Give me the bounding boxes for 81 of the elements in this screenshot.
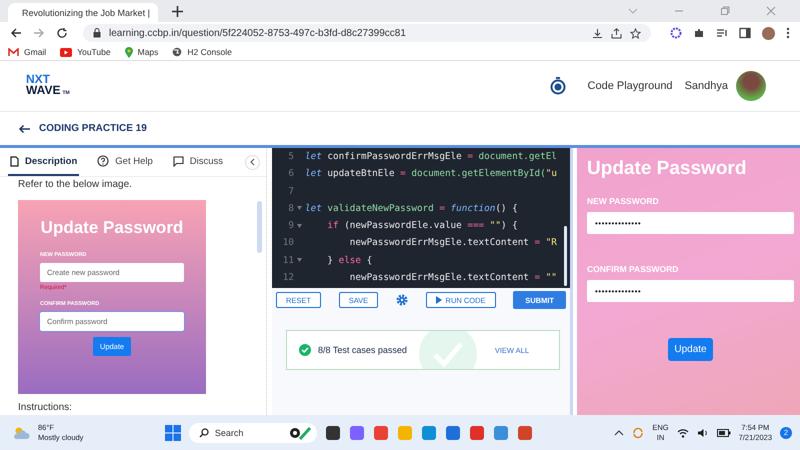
field-label: CONFIRM PASSWORD bbox=[587, 264, 680, 274]
settings-icon bbox=[396, 294, 408, 306]
share-icon[interactable] bbox=[611, 28, 622, 38]
line-number: 5 bbox=[287, 151, 294, 162]
line-number: 6 bbox=[287, 168, 294, 180]
document-icon bbox=[10, 156, 19, 166]
windows-start-icon[interactable] bbox=[164, 424, 181, 440]
code-line: if (newPasswordEle.value === "") { bbox=[326, 220, 518, 232]
check-circle-icon bbox=[299, 344, 311, 356]
fold-arrow-icon[interactable] bbox=[297, 258, 302, 262]
code-playground-link[interactable]: Code Playground bbox=[588, 80, 673, 92]
scrollbar[interactable] bbox=[564, 226, 567, 286]
chat-icon bbox=[172, 156, 184, 166]
bookmark-link[interactable]: Maps bbox=[124, 46, 158, 58]
code-line: newPasswordErrMsgEle.textContent = "R bbox=[348, 237, 557, 248]
chevron-left-icon bbox=[250, 158, 255, 166]
line-number: 11 bbox=[282, 254, 294, 266]
code-editor[interactable] bbox=[272, 148, 570, 288]
forward-arrow-icon[interactable] bbox=[33, 27, 45, 39]
collapse-button[interactable] bbox=[245, 154, 260, 170]
line-number: 8 bbox=[287, 202, 294, 214]
bookmark-link[interactable]: Gmail bbox=[8, 47, 46, 57]
line-number: 10 bbox=[282, 237, 294, 248]
fold-arrow-icon[interactable] bbox=[297, 224, 302, 228]
battery-icon[interactable] bbox=[716, 428, 731, 436]
field-label: NEW PASSWORD bbox=[587, 196, 660, 206]
lock-icon bbox=[93, 28, 101, 38]
new-tab-icon[interactable] bbox=[172, 6, 183, 16]
code-line: let updateBtnEle = document.getElementById("u bbox=[305, 168, 557, 180]
map-pin-icon bbox=[124, 46, 133, 58]
download-icon[interactable] bbox=[592, 28, 603, 38]
line-number: 12 bbox=[282, 272, 294, 283]
side-panel-icon[interactable] bbox=[739, 27, 751, 39]
browser-tab[interactable]: Revolutionizing the Job Market | bbox=[8, 3, 158, 22]
extension-icon[interactable] bbox=[670, 27, 682, 39]
play-icon bbox=[436, 296, 442, 304]
code-line: newPasswordErrMsgEle.textContent = "" bbox=[348, 272, 557, 283]
help-icon bbox=[97, 155, 110, 167]
line-number: 7 bbox=[287, 186, 294, 197]
address-bar[interactable]: learning.ccbp.in/question/5f224052-8753-497c-b3fd-d8c27399cc81 bbox=[83, 24, 651, 42]
practice-title: CODING PRACTICE 19 bbox=[39, 123, 147, 134]
fold-arrow-icon[interactable] bbox=[297, 206, 302, 210]
password-field[interactable]: •••••••••••••• bbox=[587, 280, 794, 302]
form-title: Update Password bbox=[40, 218, 184, 238]
user-avatar[interactable] bbox=[736, 71, 766, 101]
media-icon[interactable] bbox=[716, 27, 728, 39]
chevron-up-icon[interactable] bbox=[614, 430, 624, 436]
cloud-sun-icon bbox=[12, 426, 30, 440]
settings-button[interactable] bbox=[396, 294, 408, 306]
more-icon[interactable] bbox=[786, 27, 790, 39]
intro-text: Refer to the below image. bbox=[18, 179, 133, 190]
instructions-heading: Instructions: bbox=[18, 402, 73, 413]
code-line: } else { bbox=[326, 254, 372, 266]
taskbar-search-field[interactable]: Search bbox=[188, 422, 317, 442]
user-name[interactable]: Sandhya bbox=[684, 80, 728, 92]
bookmark-link[interactable]: YouTube bbox=[60, 47, 111, 57]
volume-icon[interactable] bbox=[696, 428, 709, 438]
stopwatch-icon[interactable] bbox=[550, 77, 566, 95]
restore-icon[interactable] bbox=[720, 6, 730, 16]
bookmark-link[interactable]: H2 Console bbox=[172, 47, 232, 57]
code-line: let confirmPasswordErrMsgEle = document.getEl bbox=[305, 151, 557, 162]
back-arrow-icon[interactable] bbox=[18, 124, 31, 134]
sync-icon[interactable] bbox=[632, 426, 644, 438]
back-arrow-icon[interactable] bbox=[10, 27, 22, 39]
result-text: 8/8 Test cases passed bbox=[318, 345, 407, 355]
password-field[interactable]: •••••••••••••• bbox=[587, 212, 794, 234]
panel-tab[interactable]: Description bbox=[8, 148, 80, 176]
panel-tab[interactable]: Get Help bbox=[95, 148, 155, 176]
profile-avatar[interactable] bbox=[762, 26, 775, 40]
star-icon[interactable] bbox=[630, 28, 641, 38]
update-button[interactable]: Update bbox=[668, 338, 713, 361]
form-title: Update Password bbox=[587, 158, 748, 180]
close-icon[interactable] bbox=[766, 6, 776, 16]
code-line: let validateNewPassword = function() { bbox=[305, 202, 518, 214]
panel-tab[interactable]: Discuss bbox=[170, 148, 226, 176]
search-icon bbox=[198, 428, 209, 438]
reload-icon[interactable] bbox=[56, 27, 68, 39]
play-icon bbox=[60, 48, 72, 56]
mail-icon bbox=[8, 48, 19, 56]
wifi-icon[interactable] bbox=[676, 428, 689, 438]
line-number: 9 bbox=[287, 220, 294, 232]
